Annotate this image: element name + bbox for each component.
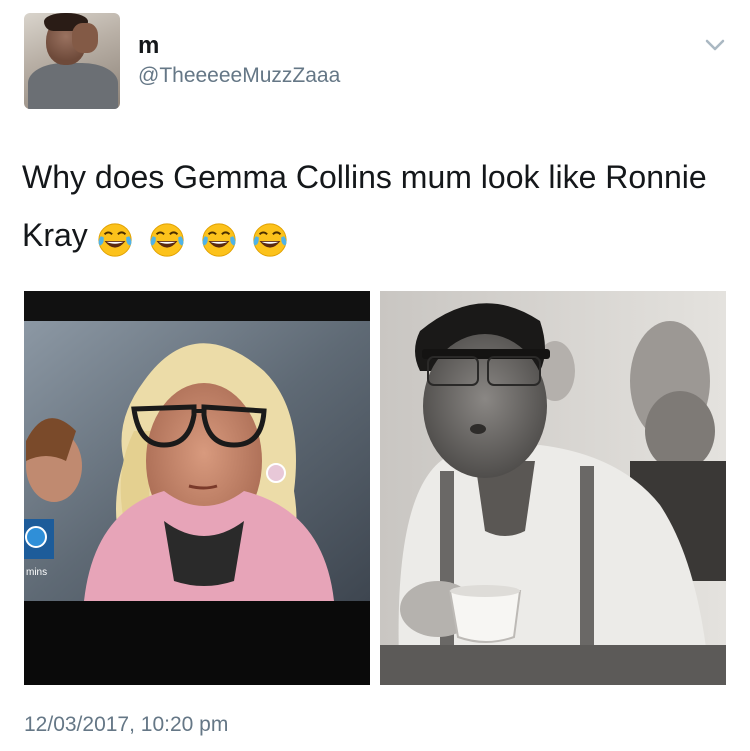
user-handle[interactable]: @TheeeeeMuzzZaaa bbox=[138, 64, 340, 88]
chevron-down-icon[interactable] bbox=[704, 36, 726, 54]
black-and-white-photo bbox=[380, 291, 726, 685]
face-with-tears-of-joy-icon bbox=[98, 223, 132, 257]
face-with-tears-of-joy-icon bbox=[201, 223, 236, 257]
avatar[interactable] bbox=[24, 13, 120, 109]
media-photo-right[interactable] bbox=[380, 291, 726, 685]
display-name[interactable]: m bbox=[138, 34, 159, 58]
timestamp[interactable]: 12/03/2017, 10:20 pm bbox=[24, 712, 228, 738]
tv-overlay-text: mins bbox=[26, 567, 47, 578]
face-with-tears-of-joy-icon bbox=[150, 223, 184, 257]
media-photo-left[interactable]: mins bbox=[24, 291, 370, 685]
face-with-tears-of-joy-icon bbox=[253, 223, 288, 257]
emoji-group bbox=[96, 209, 295, 267]
tweet-text: Why does Gemma Collins mum look like Ron… bbox=[22, 148, 722, 267]
tv-screen-photo: mins bbox=[24, 291, 370, 685]
